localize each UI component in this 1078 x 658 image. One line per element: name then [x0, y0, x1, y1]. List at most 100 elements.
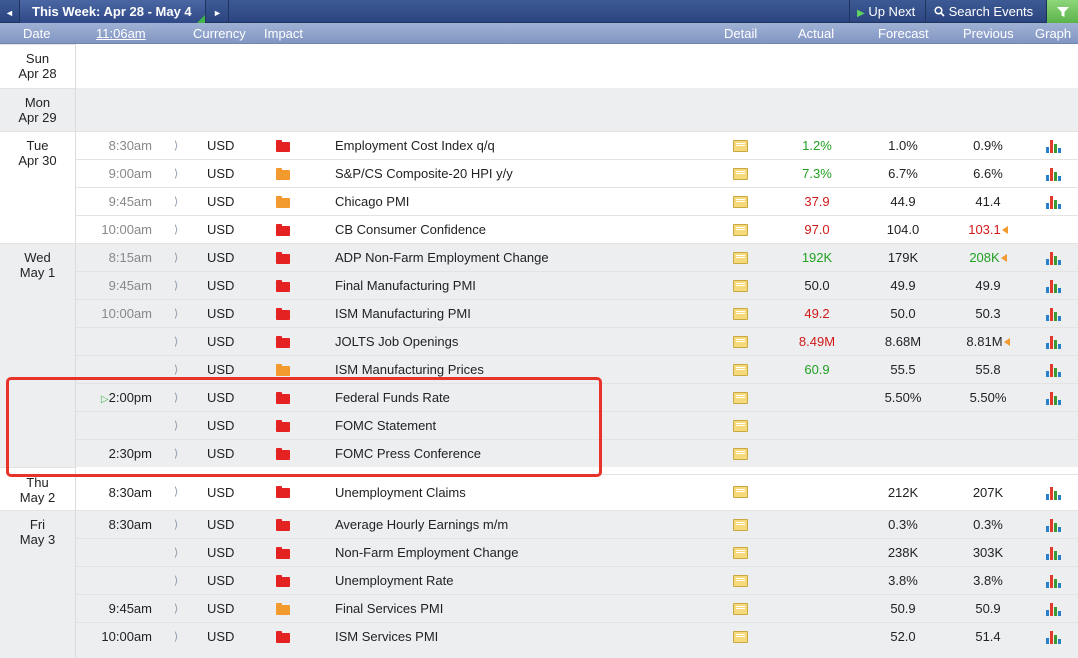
next-week-button[interactable]: ► — [207, 0, 229, 23]
event-name[interactable]: ISM Services PMI — [335, 623, 705, 651]
event-name[interactable]: JOLTS Job Openings — [335, 328, 705, 356]
detail-folder-icon[interactable] — [733, 336, 748, 348]
event-row[interactable]: ⟩ USD Non-Farm Employment Change 238K 303K — [76, 538, 1078, 566]
event-row[interactable]: ⟩ USD Unemployment Rate 3.8% 3.8% — [76, 566, 1078, 594]
event-name[interactable]: ADP Non-Farm Employment Change — [335, 244, 705, 272]
event-name[interactable]: Federal Funds Rate — [335, 384, 705, 412]
event-name[interactable]: CB Consumer Confidence — [335, 216, 705, 244]
sound-icon[interactable]: ⟩ — [174, 623, 184, 651]
sound-icon[interactable]: ⟩ — [174, 216, 184, 244]
sound-icon[interactable]: ⟩ — [174, 132, 184, 160]
graph-icon[interactable] — [1046, 603, 1062, 616]
header-current-time[interactable]: 11:06am — [96, 23, 146, 44]
event-name[interactable]: Chicago PMI — [335, 188, 705, 216]
event-row[interactable]: 9:45am ⟩ USD Chicago PMI 37.9 44.9 41.4 — [76, 187, 1078, 215]
detail-folder-icon[interactable] — [733, 168, 748, 180]
sound-icon[interactable]: ⟩ — [174, 440, 184, 468]
event-row[interactable]: 9:00am ⟩ USD S&P/CS Composite-20 HPI y/y 7.3… — [76, 159, 1078, 187]
graph-icon[interactable] — [1046, 252, 1062, 265]
event-name[interactable]: Non-Farm Employment Change — [335, 539, 705, 567]
event-name[interactable]: FOMC Statement — [335, 412, 705, 440]
filter-button[interactable] — [1046, 0, 1078, 23]
detail-folder-icon[interactable] — [733, 224, 748, 236]
event-row[interactable]: 9:45am ⟩ USD Final Services PMI 50.9 50.9 — [76, 594, 1078, 622]
event-row[interactable]: ⟩ USD FOMC Statement — [76, 411, 1078, 439]
detail-folder-icon[interactable] — [733, 140, 748, 152]
graph-icon[interactable] — [1046, 140, 1062, 153]
event-name[interactable]: Average Hourly Earnings m/m — [335, 511, 705, 539]
event-row[interactable]: 10:00am ⟩ USD ISM Services PMI 52.0 51.4 — [76, 622, 1078, 650]
graph-icon[interactable] — [1046, 280, 1062, 293]
sound-icon[interactable]: ⟩ — [174, 412, 184, 440]
week-label[interactable]: This Week: Apr 28 - May 4 — [20, 0, 206, 23]
sound-icon[interactable]: ⟩ — [174, 567, 184, 595]
detail-folder-icon[interactable] — [733, 547, 748, 559]
detail-folder-icon[interactable] — [733, 519, 748, 531]
detail-folder-icon[interactable] — [733, 308, 748, 320]
graph-icon[interactable] — [1046, 631, 1062, 644]
graph-icon[interactable] — [1046, 196, 1062, 209]
event-row[interactable]: 8:15am ⟩ USD ADP Non-Farm Employment Change… — [76, 243, 1078, 271]
detail-folder-icon[interactable] — [733, 196, 748, 208]
detail-folder-icon[interactable] — [733, 364, 748, 376]
event-name[interactable]: Unemployment Rate — [335, 567, 705, 595]
graph-icon[interactable] — [1046, 487, 1062, 500]
sound-icon[interactable]: ⟩ — [174, 384, 184, 412]
sound-icon[interactable]: ⟩ — [174, 595, 184, 623]
sound-icon[interactable]: ⟩ — [174, 328, 184, 356]
graph-icon[interactable] — [1046, 575, 1062, 588]
detail-folder-icon[interactable] — [733, 420, 748, 432]
sound-icon[interactable]: ⟩ — [174, 511, 184, 539]
sound-icon[interactable]: ⟩ — [174, 244, 184, 272]
previous-value: 207K — [972, 485, 1004, 500]
graph-icon[interactable] — [1046, 168, 1062, 181]
detail-folder-icon[interactable] — [733, 575, 748, 587]
graph-icon[interactable] — [1046, 364, 1062, 377]
graph-icon[interactable] — [1046, 392, 1062, 405]
event-row[interactable]: 8:30am ⟩ USD Average Hourly Earnings m/m 0.3… — [76, 510, 1078, 538]
event-name[interactable]: ISM Manufacturing PMI — [335, 300, 705, 328]
detail-folder-icon[interactable] — [733, 631, 748, 643]
sound-icon[interactable]: ⟩ — [174, 539, 184, 567]
event-row[interactable]: 9:45am ⟩ USD Final Manufacturing PMI 50.0 49.… — [76, 271, 1078, 299]
detail-folder-icon[interactable] — [733, 486, 748, 498]
detail-cell — [733, 412, 751, 440]
revised-marker-icon[interactable] — [1000, 254, 1007, 262]
detail-folder-icon[interactable] — [733, 252, 748, 264]
sound-icon[interactable]: ⟩ — [174, 300, 184, 328]
event-name[interactable]: ISM Manufacturing Prices — [335, 356, 705, 384]
detail-folder-icon[interactable] — [733, 392, 748, 404]
event-name[interactable]: FOMC Press Conference — [335, 440, 705, 468]
search-events-button[interactable]: Search Events — [925, 0, 1046, 23]
event-row[interactable]: 10:00am ⟩ USD ISM Manufacturing PMI 49.2 50.0… — [76, 299, 1078, 327]
sound-icon[interactable]: ⟩ — [174, 272, 184, 300]
detail-folder-icon[interactable] — [733, 448, 748, 460]
graph-icon[interactable] — [1046, 519, 1062, 532]
graph-icon[interactable] — [1046, 308, 1062, 321]
sound-icon[interactable]: ⟩ — [174, 475, 184, 503]
event-name[interactable]: Final Services PMI — [335, 595, 705, 623]
event-row[interactable]: 8:30am ⟩ USD Unemployment Claims 212K 207K — [76, 474, 1078, 509]
sound-icon[interactable]: ⟩ — [174, 356, 184, 384]
detail-folder-icon[interactable] — [733, 603, 748, 615]
event-name[interactable]: Unemployment Claims — [335, 475, 705, 503]
revised-marker-icon[interactable] — [1003, 338, 1010, 346]
event-row[interactable]: 2:30pm ⟩ USD FOMC Press Conference — [76, 439, 1078, 467]
up-next-button[interactable]: ▶ Up Next — [849, 0, 925, 23]
detail-folder-icon[interactable] — [733, 280, 748, 292]
revised-marker-icon[interactable] — [1001, 226, 1008, 234]
detail-cell — [733, 300, 751, 328]
graph-icon[interactable] — [1046, 336, 1062, 349]
event-row[interactable]: 8:30am ⟩ USD Employment Cost Index q/q 1.2% 1… — [76, 131, 1078, 159]
event-name[interactable]: Employment Cost Index q/q — [335, 132, 705, 160]
event-row[interactable]: ▷2:00pm ⟩ USD Federal Funds Rate 5.50% 5.50% — [76, 383, 1078, 411]
graph-icon[interactable] — [1046, 547, 1062, 560]
event-name[interactable]: Final Manufacturing PMI — [335, 272, 705, 300]
sound-icon[interactable]: ⟩ — [174, 160, 184, 188]
sound-icon[interactable]: ⟩ — [174, 188, 184, 216]
event-row[interactable]: ⟩ USD ISM Manufacturing Prices 60.9 55.5 55.8 — [76, 355, 1078, 383]
event-name[interactable]: S&P/CS Composite-20 HPI y/y — [335, 160, 705, 188]
previous-week-button[interactable]: ◄ — [0, 0, 20, 23]
event-row[interactable]: 10:00am ⟩ USD CB Consumer Confidence 97.0 104… — [76, 215, 1078, 243]
event-row[interactable]: ⟩ USD JOLTS Job Openings 8.49M 8.68M 8.81M — [76, 327, 1078, 355]
